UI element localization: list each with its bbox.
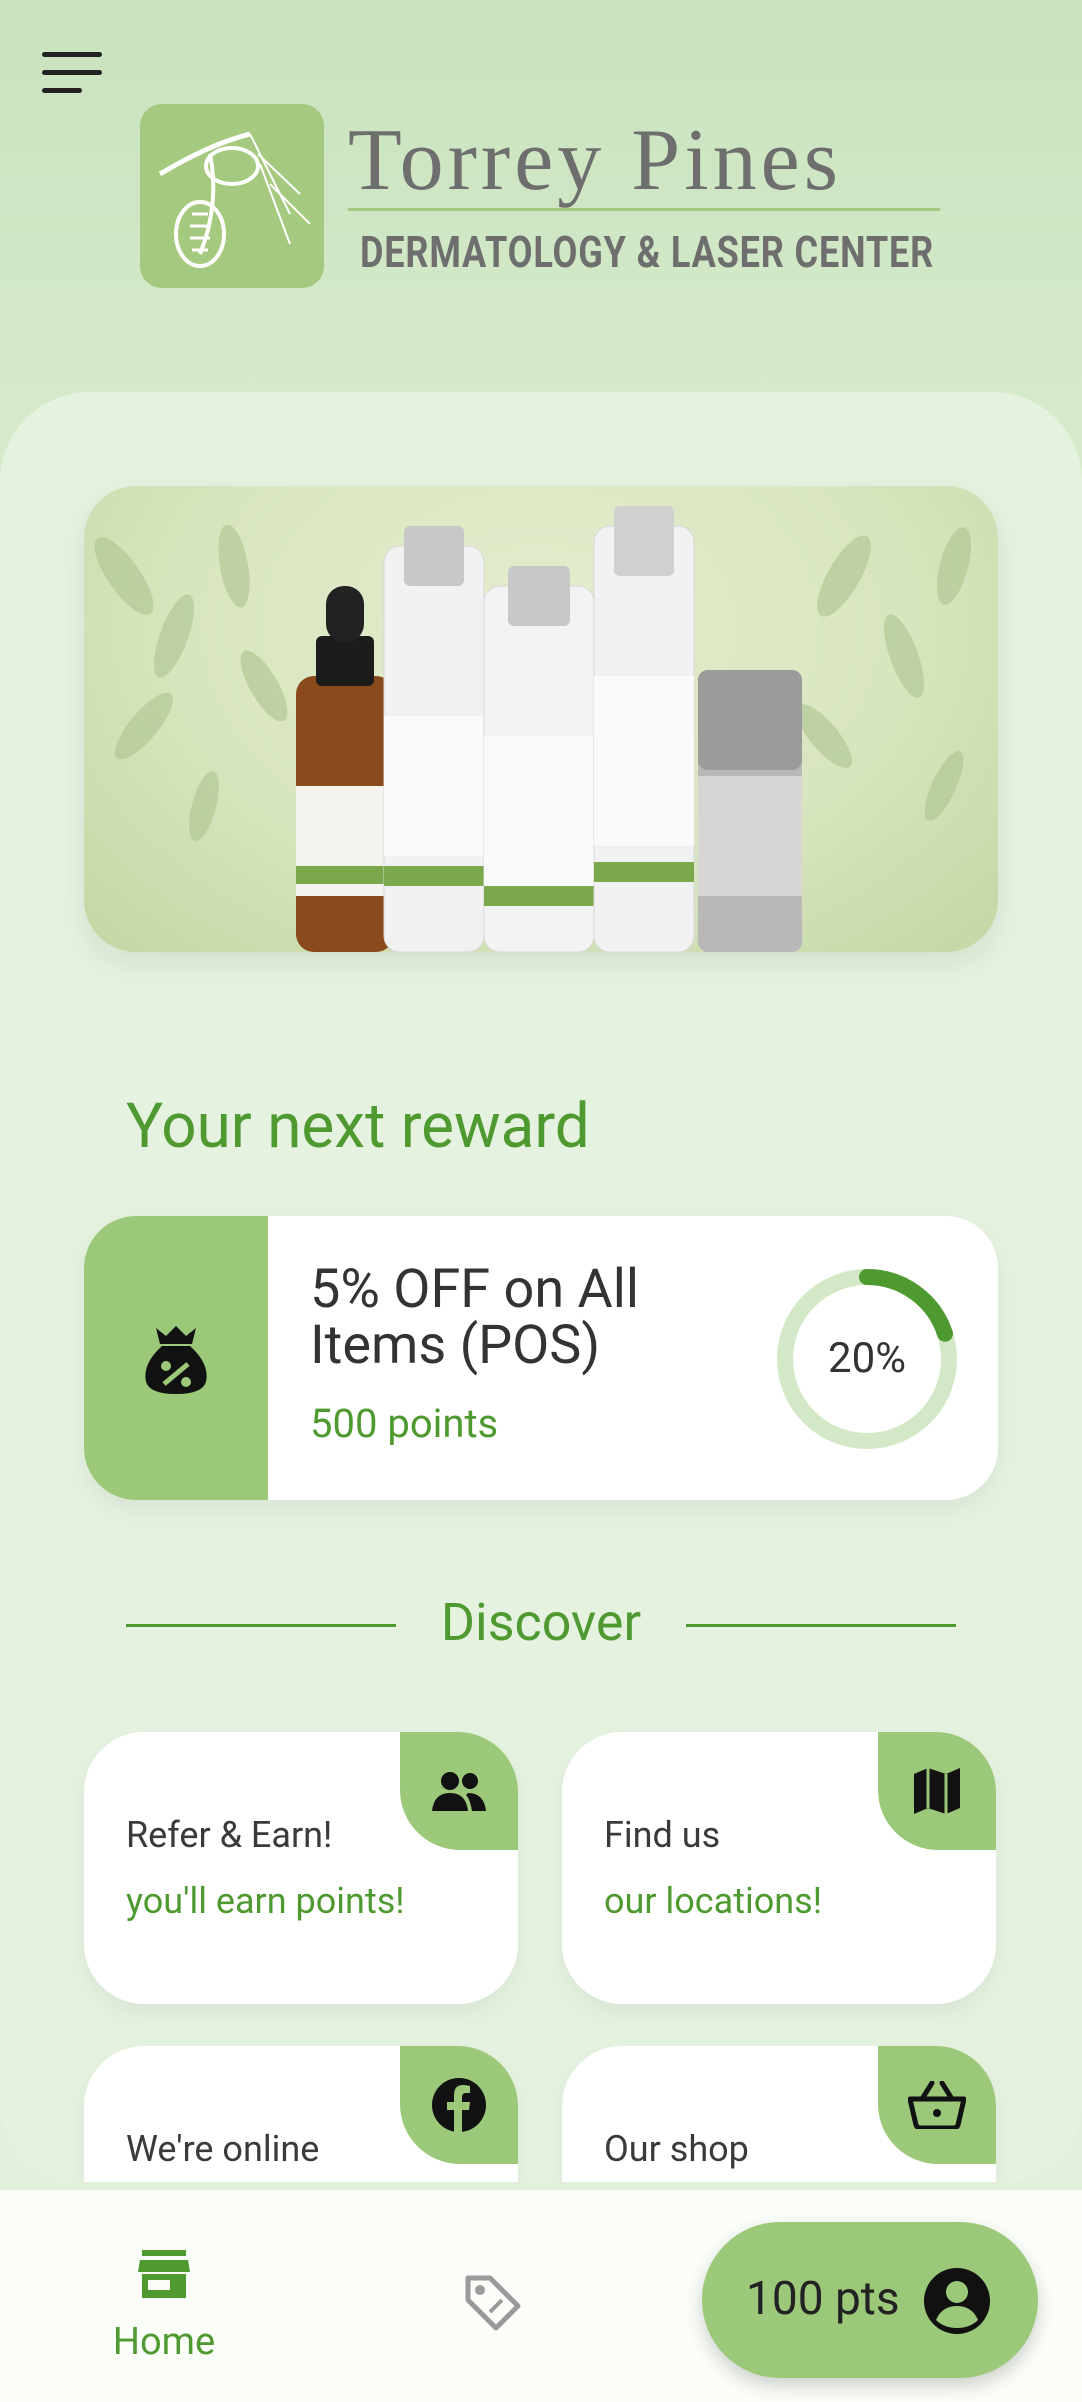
our-shop-tile[interactable]: Our shop	[562, 2046, 996, 2182]
nav-home-label: Home	[112, 2320, 216, 2364]
pinecone-logo-icon	[140, 104, 324, 288]
money-bag-discount-icon	[145, 1326, 207, 1394]
promo-banner[interactable]	[84, 486, 998, 952]
nav-home[interactable]: Home	[94, 2250, 234, 2380]
reward-points: 500 points	[310, 1400, 499, 1447]
tile-subtitle: our locations!	[604, 1880, 823, 1922]
skincare-products-image	[94, 506, 972, 952]
facebook-icon	[432, 2078, 486, 2132]
tile-title: Our shop	[604, 2128, 749, 2170]
nav-offers[interactable]	[462, 2272, 522, 2336]
discover-heading: Discover	[440, 1592, 642, 1653]
tile-title: Refer & Earn!	[126, 1814, 333, 1856]
bottom-navigation: Home 100 pts	[0, 2190, 1082, 2402]
next-reward-heading: Your next reward	[126, 1090, 590, 1163]
social-online-tile[interactable]: We're online	[84, 2046, 518, 2182]
logo-divider	[348, 208, 940, 211]
points-label: 100 pts	[746, 2272, 900, 2326]
menu-button[interactable]	[42, 48, 106, 96]
map-icon	[914, 1768, 960, 1814]
main-panel: Your next reward 5% OFF on All Items (PO…	[0, 392, 1082, 2182]
store-icon	[138, 2250, 190, 2298]
reward-name: 5% OFF on All Items (POS)	[310, 1258, 640, 1377]
reward-progress-label: 20%	[828, 1334, 906, 1383]
tile-title: We're online	[126, 2128, 320, 2170]
points-button[interactable]: 100 pts	[702, 2222, 1038, 2378]
next-reward-card[interactable]: 5% OFF on All Items (POS) 500 points 20%	[84, 1216, 998, 1500]
menu-icon	[42, 52, 102, 57]
account-icon	[924, 2268, 990, 2334]
tile-subtitle: you'll earn points!	[126, 1880, 405, 1922]
refer-earn-tile[interactable]: Refer & Earn! you'll earn points!	[84, 1732, 518, 2004]
brand-logo: Torrey Pines DERMATOLOGY & LASER CENTER	[140, 104, 940, 289]
discover-divider-right	[686, 1624, 956, 1627]
basket-icon	[908, 2081, 966, 2129]
find-us-tile[interactable]: Find us our locations!	[562, 1732, 996, 2004]
logo-title: Torrey Pines	[348, 112, 842, 209]
tag-icon	[465, 2275, 521, 2331]
tile-title: Find us	[604, 1814, 721, 1856]
people-icon	[432, 1772, 486, 1811]
logo-subtitle: DERMATOLOGY & LASER CENTER	[360, 226, 935, 278]
